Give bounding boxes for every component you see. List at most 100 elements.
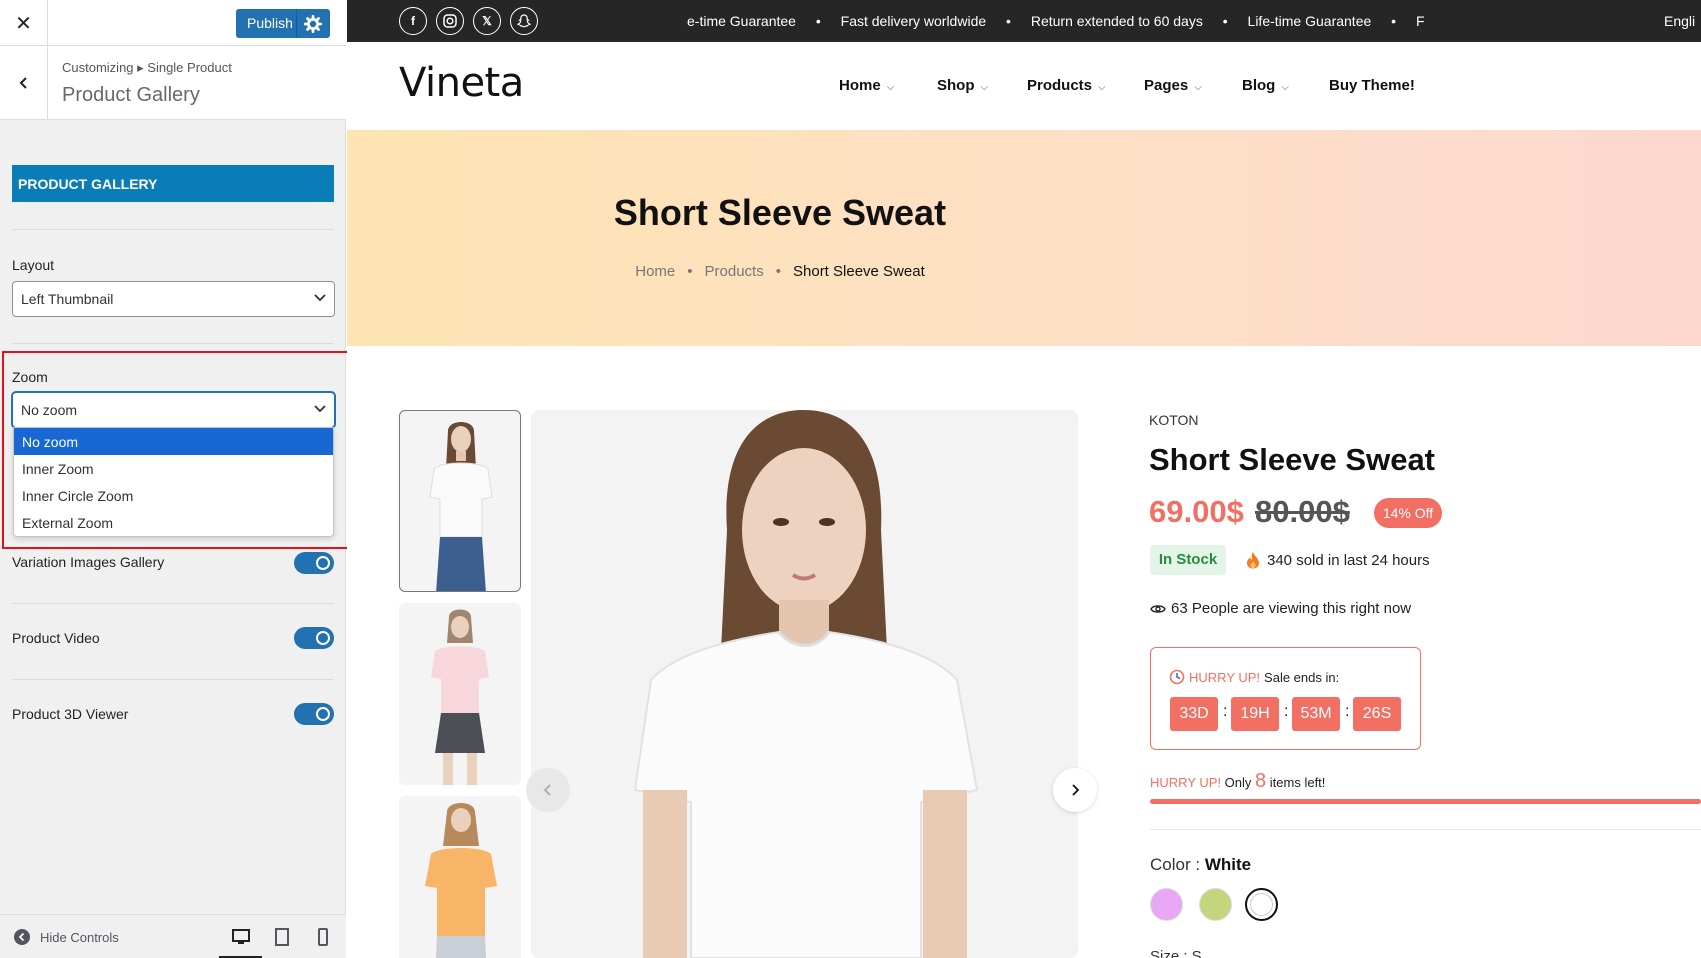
countdown-separator: : xyxy=(1284,703,1289,720)
clock-icon xyxy=(1169,669,1185,685)
stock-badge: In Stock xyxy=(1150,545,1226,575)
viewer-count-text: 63 People are viewing this right now xyxy=(1171,600,1412,617)
zoom-option[interactable]: Inner Circle Zoom xyxy=(14,482,333,509)
zoom-option[interactable]: Inner Zoom xyxy=(14,455,333,482)
countdown-seconds: 26S xyxy=(1353,697,1401,731)
chevron-down-icon: ⌵ xyxy=(1098,82,1106,93)
layout-select-value: Left Thumbnail xyxy=(21,291,114,307)
desktop-preview-icon[interactable] xyxy=(231,927,251,947)
color-label: Color : White xyxy=(1150,855,1251,875)
product-3d-viewer-toggle[interactable] xyxy=(294,703,334,725)
ticker-separator: • xyxy=(815,13,821,29)
publish-label: Publish xyxy=(247,15,293,31)
viewer-count: 63 People are viewing this right now xyxy=(1150,600,1411,617)
hide-controls-button[interactable]: Hide Controls xyxy=(14,929,119,945)
page-hero xyxy=(347,130,1701,346)
announcement-bar: f 𝕏 e-time Guarantee • Fast delivery wor… xyxy=(347,0,1701,42)
sold-count-text: 340 sold in last 24 hours xyxy=(1267,551,1430,569)
nav-shop[interactable]: Shop ⌵ xyxy=(937,77,988,94)
tablet-preview-icon[interactable] xyxy=(272,927,292,947)
gallery-thumbnail[interactable] xyxy=(399,410,521,592)
snapchat-icon[interactable] xyxy=(510,7,538,35)
mobile-preview-icon[interactable] xyxy=(313,927,333,947)
divider xyxy=(12,229,334,230)
back-button[interactable] xyxy=(0,46,48,119)
ticker-item: Life-time Guarantee xyxy=(1247,13,1372,29)
variation-gallery-toggle[interactable] xyxy=(294,552,334,574)
color-swatch-green[interactable] xyxy=(1199,888,1232,921)
collapse-icon xyxy=(14,929,30,945)
nav-label: Products xyxy=(1027,77,1093,94)
fire-icon xyxy=(1247,552,1259,569)
publish-divider xyxy=(296,9,297,38)
model-white-tee-main-image xyxy=(633,410,979,958)
divider xyxy=(12,679,334,680)
product-3d-viewer-label: Product 3D Viewer xyxy=(12,706,129,722)
product-old-price: 80.00$ xyxy=(1255,494,1350,529)
countdown-separator: : xyxy=(1223,703,1228,720)
items-left: HURRY UP! Only 8 items left! xyxy=(1150,770,1325,793)
customizer-footer: Hide Controls xyxy=(0,914,346,958)
site-logo[interactable]: Vineta xyxy=(399,60,524,106)
nav-buy-theme[interactable]: Buy Theme! xyxy=(1329,77,1415,94)
main-product-image[interactable] xyxy=(531,410,1078,958)
sold-count: 340 sold in last 24 hours xyxy=(1245,551,1430,569)
breadcrumb-separator: • xyxy=(775,263,781,280)
zoom-option[interactable]: External Zoom xyxy=(14,509,333,536)
facebook-icon[interactable]: f xyxy=(399,7,427,35)
items-left-suffix: items left! xyxy=(1269,775,1326,790)
close-icon[interactable]: ✕ xyxy=(0,0,48,46)
gallery-next-button[interactable] xyxy=(1053,768,1097,812)
divider xyxy=(12,343,334,344)
countdown-days: 33D xyxy=(1170,697,1218,731)
x-twitter-icon[interactable]: 𝕏 xyxy=(473,7,501,35)
hero-title: Short Sleeve Sweat xyxy=(613,192,947,233)
color-swatch-white[interactable] xyxy=(1245,888,1278,921)
model-yellow-tee-thumbnail xyxy=(425,803,497,958)
customizer-topbar: ✕ Publish xyxy=(0,0,346,46)
instagram-icon[interactable] xyxy=(436,7,464,35)
hurry-label: HURRY UP! xyxy=(1189,669,1261,685)
model-pink-tee-thumbnail xyxy=(431,609,489,785)
chevron-down-icon: ⌵ xyxy=(886,82,895,93)
sale-ends-label: Sale ends in: xyxy=(1264,669,1340,685)
gallery-prev-button[interactable] xyxy=(526,768,570,812)
nav-blog[interactable]: Blog ⌵ xyxy=(1242,77,1289,94)
discount-badge: 14% Off xyxy=(1374,498,1442,528)
product-brand[interactable]: KOTON xyxy=(1149,412,1199,428)
nav-home[interactable]: Home ⌵ xyxy=(839,77,894,94)
chevron-down-icon: ⌵ xyxy=(1281,82,1289,93)
sale-countdown-header: HURRY UP! Sale ends in: xyxy=(1169,669,1339,685)
zoom-select[interactable]: No zoom xyxy=(12,392,335,428)
chevron-down-icon xyxy=(314,294,326,302)
nav-products[interactable]: Products ⌵ xyxy=(1027,77,1106,94)
ticker-item: Return extended to 60 days xyxy=(1030,13,1203,29)
hide-controls-label: Hide Controls xyxy=(40,929,119,945)
breadcrumb-link-products[interactable]: Products xyxy=(705,263,764,280)
countdown-minutes: 53M xyxy=(1292,697,1340,731)
color-swatch-pink[interactable] xyxy=(1150,888,1183,921)
chevron-down-icon xyxy=(314,405,326,413)
product-video-label: Product Video xyxy=(12,630,100,646)
nav-pages[interactable]: Pages ⌵ xyxy=(1144,77,1202,94)
gallery-thumbnail[interactable] xyxy=(399,796,521,958)
zoom-label: Zoom xyxy=(12,369,48,385)
screen: ✕ Publish Customizing ▸ Single Product P… xyxy=(0,0,1701,958)
stock-progress-bar xyxy=(1150,799,1701,804)
site-preview: f 𝕏 e-time Guarantee • Fast delivery wor… xyxy=(347,0,1701,958)
eye-icon xyxy=(1150,604,1166,613)
gear-icon[interactable] xyxy=(302,13,324,35)
breadcrumb-link-home[interactable]: Home xyxy=(635,263,675,280)
layout-select[interactable]: Left Thumbnail xyxy=(12,281,335,317)
language-selector[interactable]: Engli xyxy=(1664,13,1695,29)
publish-button[interactable]: Publish xyxy=(236,9,330,38)
gallery-thumbnail[interactable] xyxy=(399,603,521,785)
divider xyxy=(1150,829,1701,830)
nav-label: Home xyxy=(839,77,881,94)
customizer-sidebar: ✕ Publish Customizing ▸ Single Product P… xyxy=(0,0,356,958)
ticker-item: Fast delivery worldwide xyxy=(840,13,987,29)
product-video-toggle[interactable] xyxy=(294,627,334,649)
zoom-option[interactable]: No zoom xyxy=(14,428,333,455)
panel-title: Product Gallery xyxy=(62,84,200,106)
items-left-count: 8 xyxy=(1255,770,1267,792)
